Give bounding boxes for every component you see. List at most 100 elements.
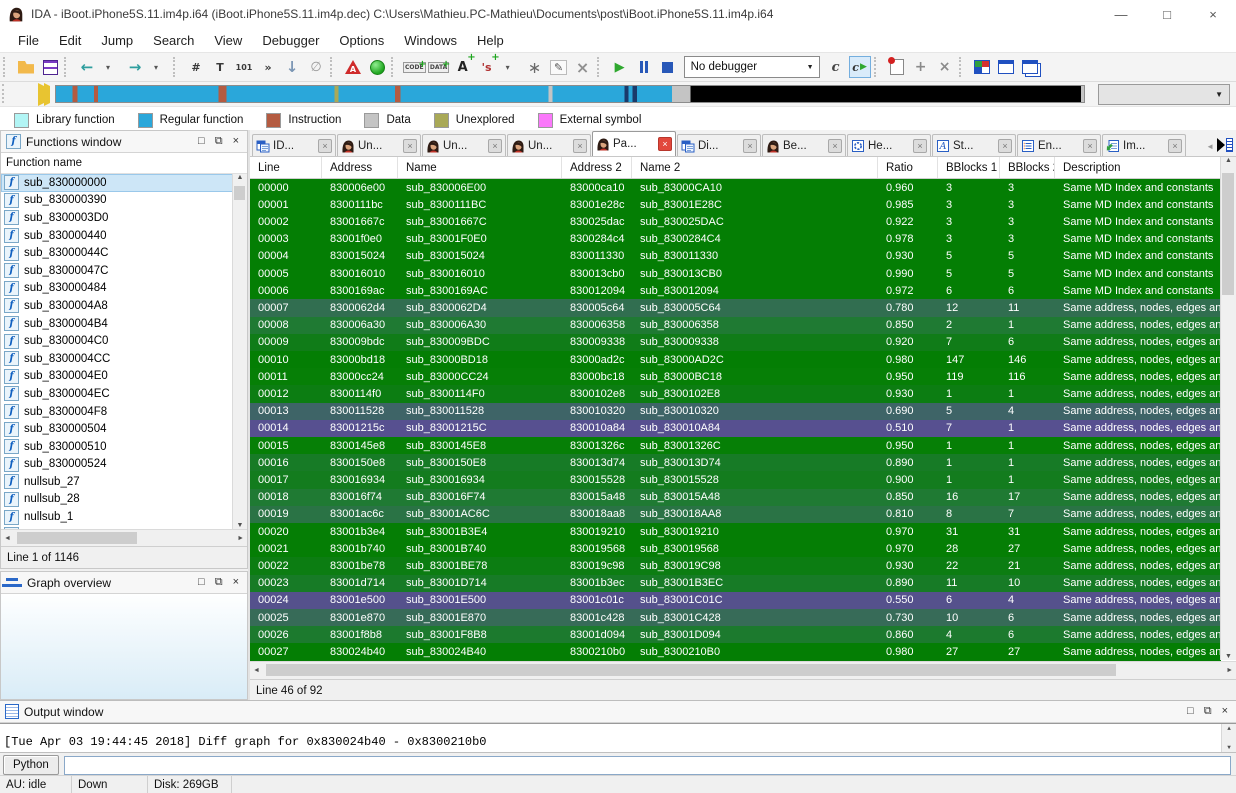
windows-list-button[interactable]: [1019, 56, 1041, 78]
panel-maximize-icon[interactable]: □: [198, 136, 205, 147]
functions-vscrollbar[interactable]: ▲ ▼: [232, 174, 247, 529]
match-row[interactable]: 000158300145e8sub_8300145E883001326csub_…: [250, 437, 1221, 454]
string-dropdown-button[interactable]: ▾: [500, 56, 522, 78]
continue-process-button[interactable]: c▶: [849, 56, 871, 78]
function-list-item[interactable]: fsub_830000440: [1, 227, 247, 245]
function-list-item[interactable]: fsub_830000484: [1, 280, 247, 298]
column-header-name2[interactable]: Name 2: [632, 157, 878, 178]
forward-button-button[interactable]: →: [124, 56, 146, 78]
breakpoint-list-button[interactable]: [886, 56, 908, 78]
function-list-item[interactable]: fsub_83000047C: [1, 262, 247, 280]
make-code-button[interactable]: CODE+: [403, 56, 426, 78]
scroll-right-icon[interactable]: ►: [1226, 667, 1233, 674]
attach-process-button[interactable]: c: [825, 56, 847, 78]
match-row[interactable]: 0001183000cc24sub_83000CC2483000bc18sub_…: [250, 368, 1221, 385]
graph-overview-canvas[interactable]: [1, 594, 247, 699]
panel-float-icon[interactable]: ⧉: [1204, 706, 1212, 717]
tab-close-icon[interactable]: ×: [1083, 139, 1097, 153]
match-row[interactable]: 00013830011528sub_830011528830010320sub_…: [250, 403, 1221, 420]
output-vscrollbar[interactable]: ▲ ▼: [1221, 724, 1236, 752]
function-list-item[interactable]: fnullsub_28: [1, 491, 247, 509]
problems-list-button[interactable]: A: [342, 56, 364, 78]
function-list-item[interactable]: fsub_830000510: [1, 438, 247, 456]
window-list-icon[interactable]: [1217, 137, 1233, 153]
debugger-pause-button[interactable]: [633, 56, 655, 78]
tab-pa-4[interactable]: Pa...×: [592, 131, 676, 156]
table-vscrollbar[interactable]: ▲ ▼: [1220, 157, 1236, 660]
column-header-address2[interactable]: Address 2: [562, 157, 632, 178]
function-list-item[interactable]: fsub_8300004EC: [1, 385, 247, 403]
make-function-button[interactable]: ∗: [524, 56, 546, 78]
menu-view[interactable]: View: [204, 33, 252, 48]
toolbar-drag-handle[interactable]: [2, 84, 7, 103]
panel-close-icon[interactable]: ×: [1222, 706, 1228, 717]
functions-window-titlebar[interactable]: f Functions window □ ⧉ ×: [1, 131, 247, 153]
search-numbers-button[interactable]: #: [185, 56, 207, 78]
debugger-select[interactable]: No debugger▼: [684, 56, 820, 78]
scroll-down-icon[interactable]: ▼: [237, 522, 244, 529]
tab-close-icon[interactable]: ×: [573, 139, 587, 153]
scroll-right-icon[interactable]: ►: [237, 535, 244, 542]
scroll-left-icon[interactable]: ◄: [253, 667, 260, 674]
back-dropdown-button[interactable]: ▾: [100, 56, 122, 78]
scrollbar-thumb[interactable]: [266, 664, 1116, 676]
match-row[interactable]: 0001483001215csub_83001215C830010a84sub_…: [250, 420, 1221, 437]
scroll-down-icon[interactable]: ▼: [1225, 653, 1232, 660]
tab-close-icon[interactable]: ×: [828, 139, 842, 153]
close-icon[interactable]: ×: [1190, 0, 1236, 28]
function-list-item[interactable]: fsub_8300004C0: [1, 332, 247, 350]
column-header-address[interactable]: Address: [322, 157, 398, 178]
match-row[interactable]: 0001083000bd18sub_83000BD1883000ad2csub_…: [250, 351, 1221, 368]
match-row[interactable]: 000068300169acsub_8300169AC830012094sub_…: [250, 282, 1221, 299]
panel-close-icon[interactable]: ×: [233, 136, 239, 147]
match-row[interactable]: 0002183001b740sub_83001B740830019568sub_…: [250, 540, 1221, 557]
tab-un-2[interactable]: Un...×: [422, 134, 506, 156]
column-header-bblocks2[interactable]: BBlocks 2: [1000, 157, 1055, 178]
debugger-stop-button[interactable]: [657, 56, 679, 78]
maximize-icon[interactable]: □: [1144, 0, 1190, 28]
match-row[interactable]: 00004830015024sub_830015024830011330sub_…: [250, 248, 1221, 265]
minimize-icon[interactable]: —: [1098, 0, 1144, 28]
navband-ok-button[interactable]: [366, 56, 388, 78]
match-row[interactable]: 0000383001f0e0sub_83001F0E08300284c4sub_…: [250, 231, 1221, 248]
forward-dropdown-button[interactable]: ▾: [148, 56, 170, 78]
output-log[interactable]: [Tue Apr 03 19:44:45 2018] Diff graph fo…: [0, 723, 1236, 753]
column-header-ratio[interactable]: Ratio: [878, 157, 938, 178]
search-binary-button[interactable]: 101: [233, 56, 255, 78]
function-list-item[interactable]: fsub_8300004F8: [1, 403, 247, 421]
function-list-item[interactable]: fsub_830000390: [1, 192, 247, 210]
navigation-band[interactable]: [55, 85, 1085, 103]
tab-im-10[interactable]: Im...×: [1102, 134, 1186, 156]
match-row[interactable]: 0002483001e500sub_83001E50083001c01csub_…: [250, 592, 1221, 609]
scrollbar-thumb[interactable]: [17, 532, 137, 544]
function-name-column-header[interactable]: Function name: [1, 153, 247, 174]
function-list-item[interactable]: fsub_8300004CC: [1, 350, 247, 368]
search-disabled-button[interactable]: ∅: [305, 56, 327, 78]
menu-debugger[interactable]: Debugger: [252, 33, 329, 48]
match-row[interactable]: 0002083001b3e4sub_83001B3E4830019210sub_…: [250, 523, 1221, 540]
match-row[interactable]: 000128300114f0sub_8300114F08300102e8sub_…: [250, 385, 1221, 402]
desktop-windows-button[interactable]: [971, 56, 993, 78]
tab-en-9[interactable]: En...×: [1017, 134, 1101, 156]
python-selector-button[interactable]: Python: [3, 755, 59, 775]
match-row[interactable]: 0002583001e870sub_83001E87083001c428sub_…: [250, 609, 1221, 626]
tab-close-icon[interactable]: ×: [488, 139, 502, 153]
tab-id-0[interactable]: ID...×: [252, 134, 336, 156]
python-command-input[interactable]: [64, 756, 1231, 775]
menu-windows[interactable]: Windows: [394, 33, 467, 48]
match-row[interactable]: 0002683001f8b8sub_83001F8B883001d094sub_…: [250, 626, 1221, 643]
function-list-item[interactable]: fsub_830000524: [1, 456, 247, 474]
match-row[interactable]: 000018300111bcsub_8300111BC83001e28csub_…: [250, 196, 1221, 213]
make-string-button[interactable]: 's+: [476, 56, 498, 78]
function-list-item[interactable]: fsub_830000000: [1, 174, 247, 192]
graph-overview-titlebar[interactable]: Graph overview □ ⧉ ×: [1, 572, 247, 594]
tab-he-7[interactable]: He...×: [847, 134, 931, 156]
tab-st-8[interactable]: ASt...×: [932, 134, 1016, 156]
column-header-name[interactable]: Name: [398, 157, 562, 178]
match-row[interactable]: 0001983001ac6csub_83001AC6C830018aa8sub_…: [250, 506, 1221, 523]
functions-hscrollbar[interactable]: ◄ ►: [1, 529, 247, 546]
match-row[interactable]: 0002283001be78sub_83001BE78830019c98sub_…: [250, 557, 1221, 574]
function-list-item[interactable]: fsub_830000504: [1, 420, 247, 438]
scroll-up-icon[interactable]: ▲: [1225, 157, 1232, 164]
match-row[interactable]: 0002383001d714sub_83001D71483001b3ecsub_…: [250, 575, 1221, 592]
